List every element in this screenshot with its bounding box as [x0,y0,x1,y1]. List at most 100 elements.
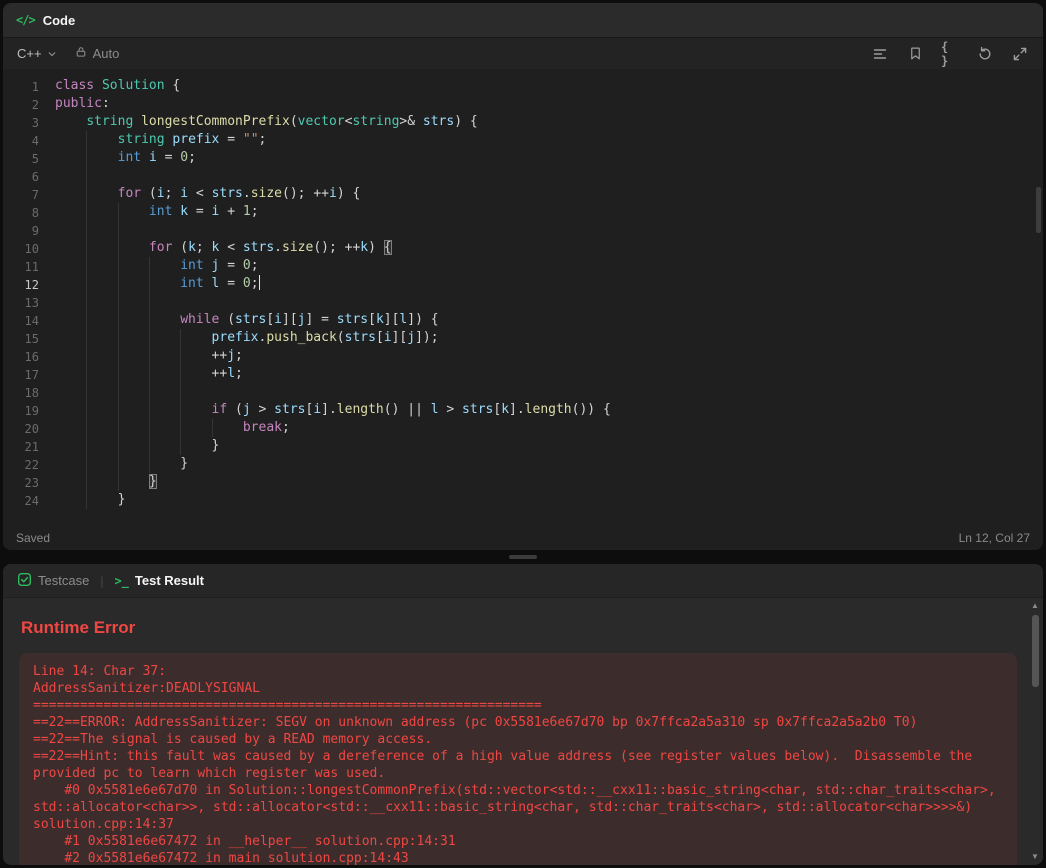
code-token: ) { [454,114,478,129]
indent-guide [180,329,182,347]
code-line[interactable]: 4 string prefix = ""; [3,131,1043,149]
code-line[interactable]: 20 break; [3,419,1043,437]
code-token: j [227,348,236,363]
line-content: break; [55,419,290,437]
chevron-down-icon [47,49,57,59]
result-scrollbar-thumb[interactable] [1032,615,1039,687]
indent-guide [117,455,119,473]
code-line[interactable]: 15 prefix.push_back(strs[i][j]); [3,329,1043,347]
code-token: ; [258,132,267,147]
code-line[interactable]: 5 int i = 0; [3,149,1043,167]
bookmark-icon[interactable] [906,45,924,63]
indent-guide [117,203,119,221]
language-selector[interactable]: C++ [17,46,57,61]
code-line[interactable]: 17 ++l; [3,365,1043,383]
code-line[interactable]: 11 int j = 0; [3,257,1043,275]
code-token: i [148,150,157,165]
line-content: } [55,437,219,455]
code-token: length [336,402,384,417]
indent-guide [180,419,182,437]
line-number: 9 [31,224,39,238]
code-token: ( [227,402,243,417]
tab-testcase[interactable]: Testcase [17,572,89,590]
code-token: size [250,186,283,201]
code-line[interactable]: 1 class Solution { [3,77,1043,95]
code-token: ( [336,330,345,345]
code-token: i [156,186,165,201]
code-token: if [211,402,228,417]
terminal-icon: >_ [114,573,129,588]
code-token: ][ [383,312,400,327]
tab-testcase-label: Testcase [38,573,90,588]
braces-icon[interactable]: { } [941,40,959,68]
code-token: ( [289,114,298,129]
code-token: strs [274,402,306,417]
code-line[interactable]: 9 [3,221,1043,239]
code-token: for [117,186,142,201]
code-panel-header: </> Code [3,3,1043,37]
code-line[interactable]: 24 } [3,491,1043,509]
panel-title: Code [42,12,76,28]
line-number: 3 [31,116,39,130]
fullscreen-icon[interactable] [1011,45,1029,63]
code-line[interactable]: 23 } [3,473,1043,491]
text-cursor [258,275,261,290]
code-token: strs [462,402,494,417]
cursor-position[interactable]: Ln 12, Col 27 [959,531,1030,545]
indent-guide [86,473,88,491]
code-line[interactable]: 2 public: [3,95,1043,113]
code-token: strs [242,240,275,255]
indent-guide [180,365,182,383]
error-line: #0 0x5581e6e67d70 in Solution::longestCo… [33,783,1004,832]
code-token: = [219,276,243,291]
code-line[interactable]: 8 int k = i + 1; [3,203,1043,221]
scroll-down-arrow[interactable]: ▼ [1029,852,1041,862]
indent-guide [86,239,88,257]
editor-scrollbar-thumb[interactable] [1036,187,1041,233]
code-token: strs [344,330,376,345]
code-line[interactable]: 16 ++j; [3,347,1043,365]
line-number: 13 [24,296,39,310]
indent-guide [148,437,150,455]
code-token: class [55,78,95,93]
code-editor-panel: </> Code C++ Auto {} 1 class Solution {… [3,3,1043,550]
code-line[interactable]: 19 if (j > strs[i].length() || l > strs[… [3,401,1043,419]
code-icon: </> [16,13,36,27]
code-line[interactable]: 10 for (k; k < strs.size(); ++k) { [3,239,1043,257]
code-line[interactable]: 14 while (strs[i][j] = strs[k][l]) { [3,311,1043,329]
error-line: ========================================… [33,698,542,713]
auto-toggle[interactable]: Auto [75,46,119,61]
code-line[interactable]: 12 int l = 0; [3,275,1043,293]
tab-test-result[interactable]: >_ Test Result [114,573,204,588]
indent-guide [86,293,88,311]
scroll-up-arrow[interactable]: ▲ [1029,601,1041,611]
format-code-icon[interactable] [871,45,889,63]
code-token: [ [375,330,384,345]
error-box: Line 14: Char 37: AddressSanitizer:DEADLY… [19,653,1017,865]
reset-code-icon[interactable] [976,45,994,63]
line-number: 7 [31,188,39,202]
line-content: for (i; i < strs.size(); ++i) { [55,185,360,203]
error-line: ==22==The signal is caused by a READ mem… [33,732,433,747]
indent-guide [117,419,119,437]
save-status: Saved [16,531,51,545]
code-editor[interactable]: 1 class Solution {2 public: 3 string longes… [3,69,1043,526]
code-line[interactable]: 7 for (i; i < strs.size(); ++i) { [3,185,1043,203]
indent-guide [148,347,150,365]
panel-resize-handle[interactable] [509,555,537,559]
code-line[interactable]: 13 [3,293,1043,311]
code-line[interactable]: 3 string longestCommonPrefix(vector<stri… [3,113,1043,131]
line-content: for (k; k < strs.size(); ++k) { [55,239,392,257]
result-content: Runtime Error Line 14: Char 37: AddressSa… [3,598,1043,865]
code-line[interactable]: 22 } [3,455,1043,473]
indent-guide [180,347,182,365]
matched-bracket: { [383,240,392,255]
code-line[interactable]: 18 [3,383,1043,401]
indent-guide [148,329,150,347]
code-line[interactable]: 6 [3,167,1043,185]
code-line[interactable]: 21 } [3,437,1043,455]
